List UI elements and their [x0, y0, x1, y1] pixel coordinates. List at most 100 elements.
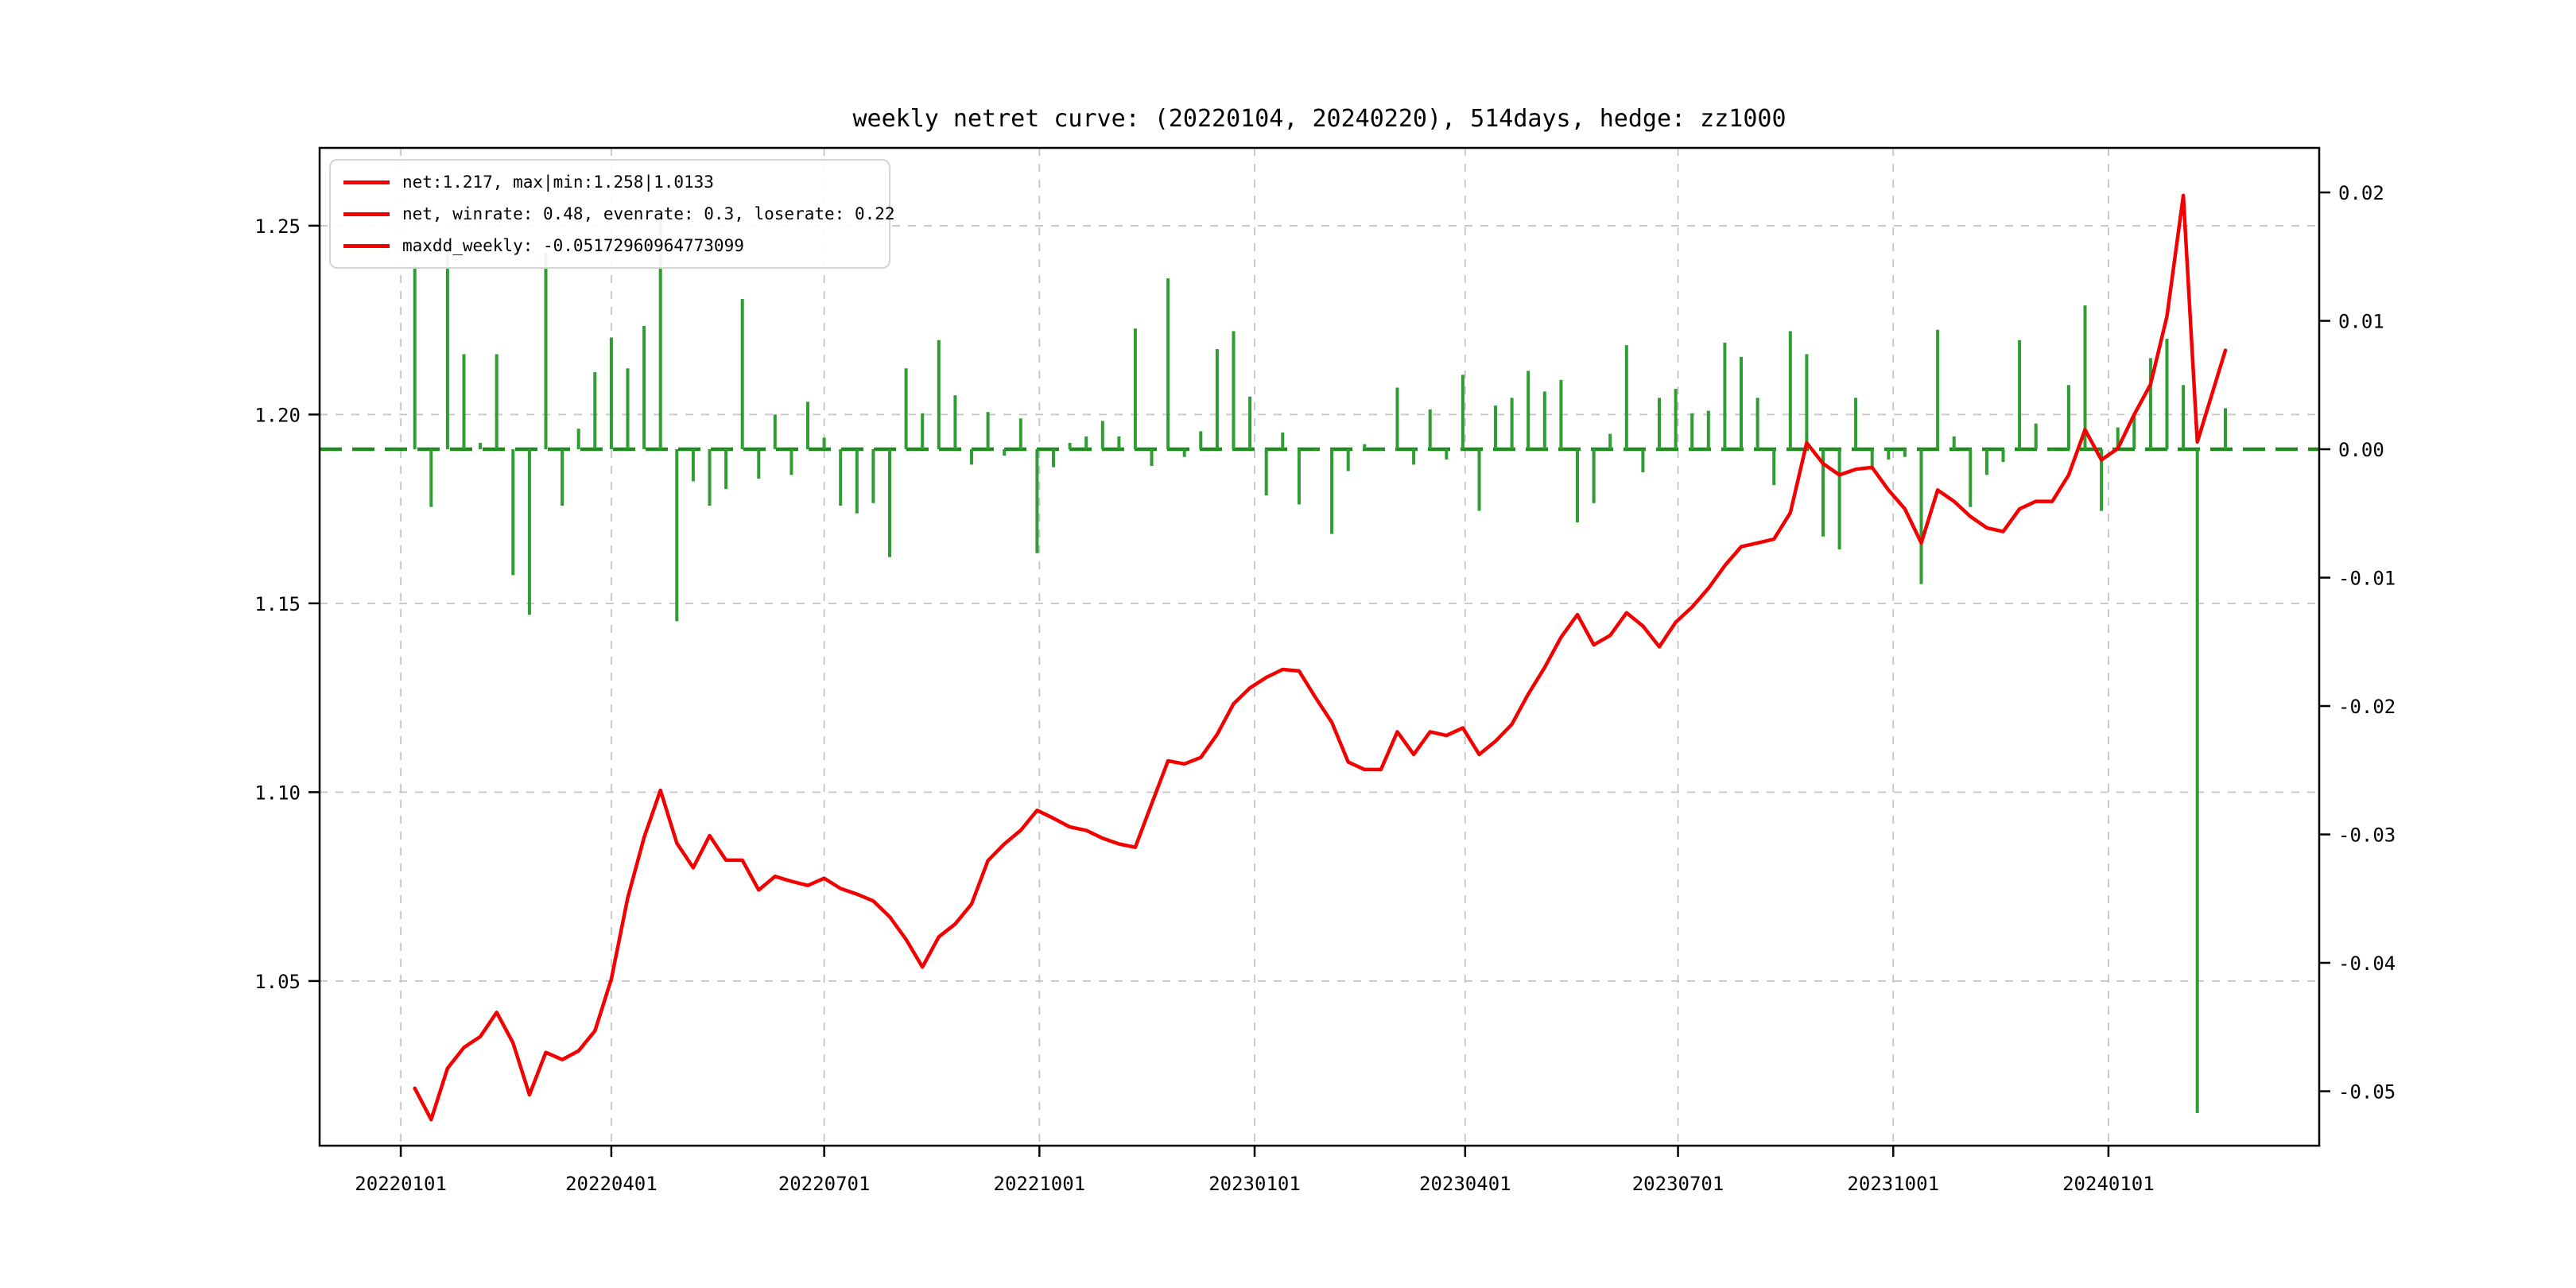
return-bar [1199, 431, 1202, 449]
return-bar [1527, 371, 1530, 450]
return-bar [545, 253, 548, 449]
return-bar [789, 449, 793, 475]
return-bar [675, 449, 678, 621]
return-bar [1281, 433, 1284, 449]
return-bar [1069, 443, 1072, 449]
right-axis-tick-label: -0.01 [2338, 568, 2396, 590]
return-bar [511, 449, 514, 575]
legend-label-maxdd: maxdd_weekly: -0.05172960964773099 [402, 236, 744, 255]
return-bar [2084, 305, 2087, 449]
return-bar [463, 355, 466, 450]
legend-row-maxdd: maxdd_weekly: -0.05172960964773099 [343, 234, 875, 258]
return-bar [708, 449, 712, 506]
chart-title: weekly netret curve: (20220104, 20240220… [320, 105, 2319, 133]
return-bar [1052, 449, 1055, 467]
return-bar [1772, 449, 1775, 485]
return-bar [1003, 449, 1006, 456]
left-axis-tick-label: 1.05 [254, 971, 301, 993]
return-bar [429, 449, 433, 507]
left-axis-tick-label: 1.15 [254, 593, 301, 615]
return-bar [528, 449, 531, 615]
weekly-return-bars [413, 211, 2227, 1113]
return-bar [1019, 418, 1022, 449]
return-bar [2067, 385, 2070, 449]
chart-legend: net:1.217, max|min:1.258|1.0133 net, win… [329, 159, 890, 269]
legend-label-winrate: net, winrate: 0.48, evenrate: 0.3, loser… [402, 204, 895, 223]
return-bar [2149, 358, 2152, 449]
return-bar [577, 429, 580, 449]
return-bar [724, 449, 727, 489]
return-bar [774, 414, 777, 449]
return-bar [1216, 349, 1219, 449]
x-axis-tick-label: 20230401 [1419, 1173, 1511, 1195]
return-bar [888, 449, 891, 557]
return-bar [1903, 449, 1907, 457]
x-axis-tick-label: 20221001 [994, 1173, 1086, 1195]
return-bar [741, 299, 744, 449]
right-axis-tick-label: -0.03 [2338, 824, 2396, 847]
return-bar [1035, 449, 1038, 553]
x-axis-tick-label: 20231001 [1847, 1173, 1939, 1195]
return-bar [2224, 408, 2227, 449]
return-bar [413, 266, 417, 449]
return-bar [610, 338, 613, 450]
red-line-swatch-icon [343, 244, 390, 248]
return-bar [1674, 389, 1678, 449]
return-bar [1461, 374, 1465, 449]
return-bar [1593, 449, 1596, 503]
return-bar [1936, 330, 1939, 449]
return-bar [1887, 449, 1890, 460]
return-bar [1723, 343, 1726, 449]
left-axis-tick-label: 1.25 [254, 215, 301, 238]
right-axis-tick-label: 0.02 [2338, 182, 2384, 204]
return-bar [561, 449, 564, 506]
plot-frame [320, 148, 2319, 1146]
return-bar [1920, 449, 1923, 584]
right-axis-tick-label: -0.05 [2338, 1081, 2396, 1104]
return-bar [1854, 398, 1857, 449]
return-bar [1347, 449, 1350, 471]
return-bar [1445, 449, 1448, 460]
left-axis-tick-label: 1.10 [254, 782, 301, 804]
return-bar [2018, 340, 2021, 449]
return-bar [642, 326, 646, 449]
right-axis-tick-label: 0.01 [2338, 311, 2384, 333]
return-bar [806, 402, 809, 449]
return-bar [1412, 449, 1415, 464]
x-axis-tick-label: 20240101 [2062, 1173, 2155, 1195]
return-bar [1625, 345, 1628, 449]
return-bar [1084, 436, 1088, 449]
return-bar [1363, 444, 1366, 450]
return-bar [446, 242, 449, 449]
return-bar [1658, 398, 1661, 449]
return-bar [1183, 449, 1186, 457]
return-bar [1298, 449, 1301, 504]
return-bar [1576, 449, 1579, 522]
return-bar [1953, 436, 1956, 449]
return-bar [823, 438, 826, 450]
netret-chart-figure: 1.251.201.151.101.050.020.010.00-0.01-0.… [0, 0, 2576, 1288]
x-axis-tick-label: 20220401 [565, 1173, 658, 1195]
right-axis-tick-label: 0.00 [2338, 439, 2384, 461]
red-line-swatch-icon [343, 180, 390, 184]
x-axis-tick-label: 20220701 [778, 1173, 871, 1195]
return-bar [1871, 449, 1874, 467]
return-bar [855, 449, 859, 514]
return-bar [1248, 397, 1251, 449]
return-bar [1608, 434, 1612, 449]
return-bar [1429, 409, 1432, 449]
return-bar [987, 412, 990, 449]
return-bar [2182, 385, 2185, 449]
x-axis-tick-label: 20220101 [355, 1173, 447, 1195]
return-bar [1969, 449, 1972, 507]
return-bar [692, 449, 695, 481]
return-bar [1117, 436, 1120, 449]
return-bar [905, 368, 908, 449]
return-bar [1985, 449, 1988, 475]
return-bar [937, 340, 941, 449]
return-bar [1838, 449, 1841, 549]
return-bar [1265, 449, 1268, 495]
return-bar [1543, 391, 1546, 449]
return-bar [1134, 328, 1137, 449]
return-bar [1740, 357, 1743, 449]
